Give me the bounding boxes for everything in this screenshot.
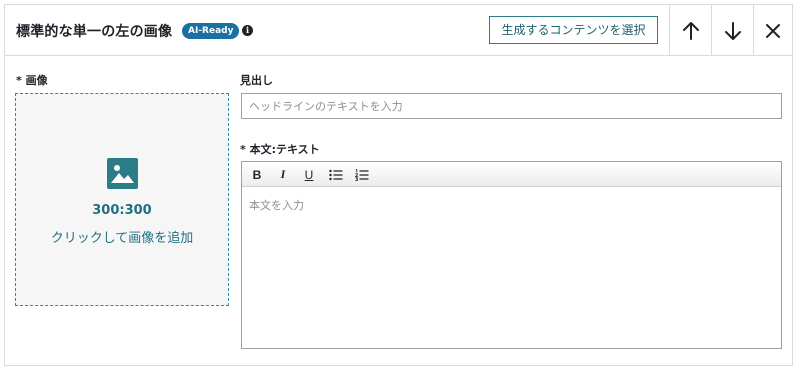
body-text-editor: B I U 本文を入力 xyxy=(241,161,782,349)
body-text-area[interactable]: 本文を入力 xyxy=(242,188,781,348)
move-down-button[interactable] xyxy=(711,5,753,56)
arrow-down-icon xyxy=(724,21,741,40)
module-title: 標準的な単一の左の画像 xyxy=(16,24,173,40)
headline-field-label: 見出し xyxy=(240,74,273,87)
close-icon xyxy=(766,23,780,38)
bulleted-list-button[interactable] xyxy=(325,165,347,184)
move-up-button[interactable] xyxy=(669,5,711,56)
image-size-ratio: 300:300 xyxy=(92,203,152,218)
editor-toolbar: B I U xyxy=(242,162,781,187)
numbered-list-button[interactable] xyxy=(351,165,373,184)
headline-input[interactable] xyxy=(241,93,782,119)
numbered-list-icon xyxy=(355,168,369,181)
ai-ready-badge: AI-Ready xyxy=(182,23,240,39)
image-icon xyxy=(107,158,138,189)
image-upload-area[interactable]: 300:300 クリックして画像を追加 xyxy=(15,93,229,306)
italic-button[interactable]: I xyxy=(272,165,294,184)
close-button[interactable] xyxy=(753,5,792,56)
content-module-card: 標準的な単一の左の画像 AI-Ready i 生成するコンテンツを選択 * 画像… xyxy=(4,4,793,366)
body-text-field-label: * 本文:テキスト xyxy=(240,143,320,156)
image-field-label: * 画像 xyxy=(16,74,48,87)
add-image-hint: クリックして画像を追加 xyxy=(50,231,194,246)
info-icon[interactable]: i xyxy=(242,25,253,36)
bold-button[interactable]: B xyxy=(246,165,268,184)
arrow-up-icon xyxy=(682,21,699,40)
module-header: 標準的な単一の左の画像 AI-Ready i 生成するコンテンツを選択 xyxy=(5,5,792,56)
select-content-button[interactable]: 生成するコンテンツを選択 xyxy=(489,16,658,44)
bulleted-list-icon xyxy=(329,169,343,180)
underline-button[interactable]: U xyxy=(298,165,320,184)
